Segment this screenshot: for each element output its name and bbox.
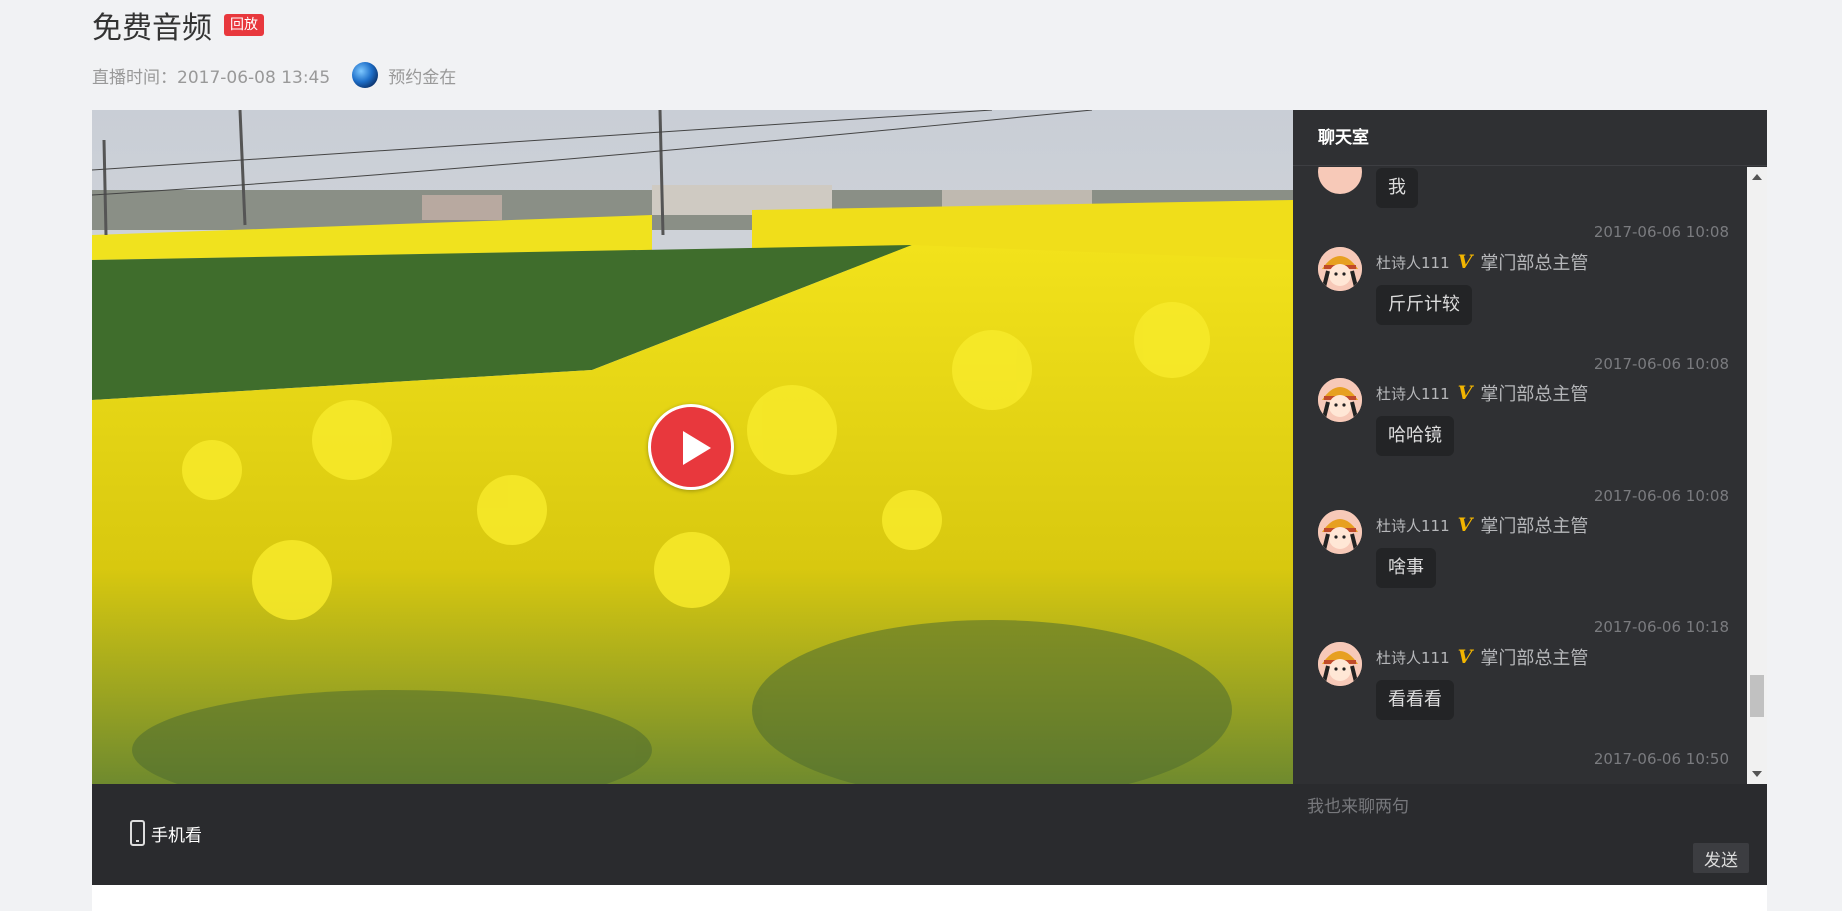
broadcast-time: 直播时间：2017-06-08 13:45: [92, 67, 331, 88]
player-bottom-bar: 手机看 发送: [92, 784, 1767, 885]
user-role: 掌门部总主管: [1480, 516, 1589, 537]
message-time: 2017-06-06 10:08: [1593, 487, 1729, 505]
mobile-watch-label: 手机看: [151, 825, 202, 846]
message-time: 2017-06-06 10:08: [1593, 223, 1729, 241]
message-bubble: 啥事: [1376, 548, 1436, 588]
chat-message: 2017-06-06 10:08 杜诗人111 V 掌门部总主管 斤斤计较: [1293, 223, 1747, 355]
user-avatar-icon: [1318, 510, 1362, 554]
chat-message: 2017-06-06 10:08 杜诗人111 V 掌门部总主管 哈哈镜: [1293, 355, 1747, 487]
chat-scrollbar[interactable]: [1747, 167, 1767, 784]
user-role: 掌门部总主管: [1480, 648, 1589, 669]
message-time: 2017-06-06 10:08: [1593, 355, 1729, 373]
user-name[interactable]: 杜诗人111: [1376, 647, 1450, 668]
org-logo-icon[interactable]: [352, 62, 379, 88]
message-user-line: 杜诗人111 V 掌门部总主管: [1376, 380, 1588, 406]
user-avatar-icon: [1318, 167, 1362, 194]
vip-icon: V: [1457, 251, 1473, 273]
scrollbar-thumb[interactable]: [1750, 675, 1764, 717]
phone-icon: [130, 820, 145, 846]
message-bubble: 斤斤计较: [1376, 285, 1472, 325]
message-user-line: 杜诗人111 V 掌门部总主管: [1376, 512, 1588, 538]
title-row: 免费音频 回放: [92, 4, 456, 46]
user-avatar-icon: [1318, 247, 1362, 291]
user-role: 掌门部总主管: [1480, 253, 1589, 274]
mobile-watch-button[interactable]: 手机看: [130, 820, 202, 846]
message-bubble: 哈哈镜: [1376, 416, 1454, 456]
user-name[interactable]: 杜诗人111: [1376, 252, 1450, 273]
chat-message-list[interactable]: 我 2017-06-06 10:08 杜诗人111 V 掌门部总主管 斤斤计较 …: [1293, 167, 1747, 784]
user-name[interactable]: 杜诗人111: [1376, 383, 1450, 404]
player-container: 聊天室 我 2017-06-06 10:08 杜诗人111 V 掌门部总主管 斤…: [92, 110, 1767, 885]
message-bubble: 看看看: [1376, 680, 1454, 720]
user-name[interactable]: 杜诗人111: [1376, 515, 1450, 536]
chat-message: 我: [1293, 167, 1747, 230]
chat-message: 2017-06-06 10:08 杜诗人111 V 掌门部总主管 啥事: [1293, 487, 1747, 619]
message-time: 2017-06-06 10:50: [1593, 750, 1729, 768]
user-avatar-icon: [1318, 642, 1362, 686]
message-user-line: 杜诗人111 V 掌门部总主管: [1376, 644, 1588, 670]
scroll-down-icon[interactable]: [1752, 771, 1762, 777]
user-role: 掌门部总主管: [1480, 384, 1589, 405]
replay-badge: 回放: [224, 14, 264, 36]
vip-icon: V: [1457, 646, 1473, 668]
message-bubble: 我: [1376, 168, 1418, 208]
org-name-link[interactable]: 预约金在: [388, 63, 456, 88]
chat-room-panel: 聊天室 我 2017-06-06 10:08 杜诗人111 V 掌门部总主管 斤…: [1293, 110, 1767, 784]
vip-icon: V: [1457, 514, 1473, 536]
page-title: 免费音频: [92, 11, 212, 46]
chat-room-title: 聊天室: [1293, 110, 1767, 166]
vip-icon: V: [1457, 382, 1473, 404]
scroll-up-icon[interactable]: [1752, 174, 1762, 180]
message-user-line: 杜诗人111 V 掌门部总主管: [1376, 249, 1588, 275]
video-player[interactable]: [92, 110, 1293, 784]
content-below: [92, 885, 1767, 911]
chat-message: 2017-06-06 10:50: [1293, 750, 1747, 784]
chat-message: 2017-06-06 10:18 杜诗人111 V 掌门部总主管 看看看: [1293, 618, 1747, 750]
user-avatar-icon: [1318, 378, 1362, 422]
play-button[interactable]: [648, 404, 734, 490]
chat-input[interactable]: [1295, 792, 1745, 822]
page-header: 免费音频 回放 直播时间：2017-06-08 13:45 预约金在: [92, 4, 456, 90]
send-button[interactable]: 发送: [1693, 843, 1749, 873]
message-time: 2017-06-06 10:18: [1593, 618, 1729, 636]
meta-row: 直播时间：2017-06-08 13:45 预约金在: [92, 60, 456, 90]
